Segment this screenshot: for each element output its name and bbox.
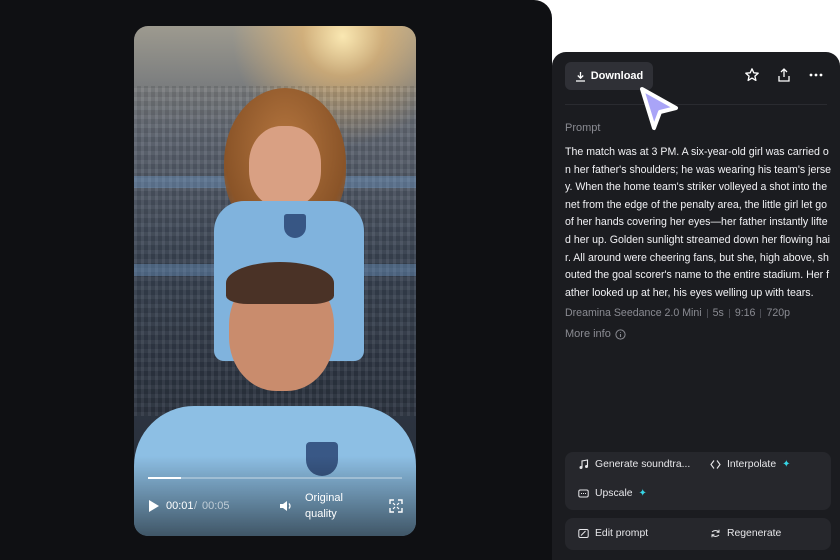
edit-prompt-button[interactable]: Edit prompt: [578, 528, 648, 539]
prompt-heading: Prompt: [565, 122, 601, 134]
info-icon: [615, 328, 626, 340]
edit-icon: [578, 529, 589, 538]
jersey-crest: [284, 214, 306, 238]
progress-fill: [148, 477, 182, 479]
sparkle-icon: ✦: [782, 459, 791, 470]
duration: 5s: [712, 307, 724, 319]
regenerate-label: Regenerate: [727, 528, 782, 539]
resolution: 720p: [766, 307, 791, 319]
more-options-icon[interactable]: [808, 67, 824, 83]
generate-soundtrack-button[interactable]: Generate soundtra...: [578, 459, 690, 470]
regenerate-icon: [711, 529, 720, 538]
header-divider: [565, 104, 827, 105]
generate-soundtrack-label: Generate soundtra...: [595, 459, 691, 470]
aspect-ratio: 9:16: [734, 307, 756, 319]
progress-bar[interactable]: [148, 477, 402, 479]
upscale-label: Upscale: [595, 488, 633, 499]
more-info-label: More info: [565, 328, 611, 340]
favorite-star-icon[interactable]: [744, 67, 760, 83]
play-icon[interactable]: [148, 499, 160, 513]
total-time: 00:05: [202, 500, 230, 512]
model-name: Dreamina Seedance 2.0 Mini: [565, 307, 702, 319]
girl-face: [249, 126, 321, 208]
prompt-text: The match was at 3 PM. A six-year-old gi…: [565, 146, 832, 299]
music-note-icon: [579, 459, 589, 469]
main-panel: 00:01 / 00:05 Original quality: [0, 0, 552, 560]
fullscreen-icon[interactable]: [389, 499, 403, 513]
video-player[interactable]: 00:01 / 00:05 Original quality: [134, 26, 416, 536]
download-label: Download: [590, 70, 644, 82]
more-info-link[interactable]: More info: [565, 328, 626, 340]
edit-prompt-label: Edit prompt: [595, 528, 649, 539]
sparkle-icon: ✦: [638, 488, 647, 499]
pointer-cursor-icon: [640, 87, 678, 130]
quality-selector[interactable]: Original quality: [305, 490, 357, 522]
upscale-icon: [578, 489, 589, 498]
details-panel: Download Prompt The match was at 3 PM. A…: [552, 52, 840, 560]
share-icon[interactable]: [776, 67, 792, 83]
current-time: 00:01: [166, 500, 194, 512]
generation-metadata: Dreamina Seedance 2.0 Mini 5s 9:16 720p: [565, 307, 790, 319]
download-icon: [575, 71, 585, 82]
interpolate-label: Interpolate: [727, 459, 777, 470]
interpolate-button[interactable]: Interpolate ✦: [710, 459, 791, 470]
interpolate-icon: [710, 460, 721, 469]
upscale-button[interactable]: Upscale ✦: [578, 488, 647, 499]
regenerate-button[interactable]: Regenerate: [710, 528, 781, 539]
tools-panel: Generate soundtra... Interpolate ✦ Upsca…: [565, 452, 831, 510]
actions-panel: Edit prompt Regenerate: [565, 518, 831, 550]
controls-shade: [134, 456, 416, 536]
father-hair: [226, 262, 334, 304]
volume-icon[interactable]: [278, 498, 294, 514]
time-separator: /: [194, 500, 198, 512]
